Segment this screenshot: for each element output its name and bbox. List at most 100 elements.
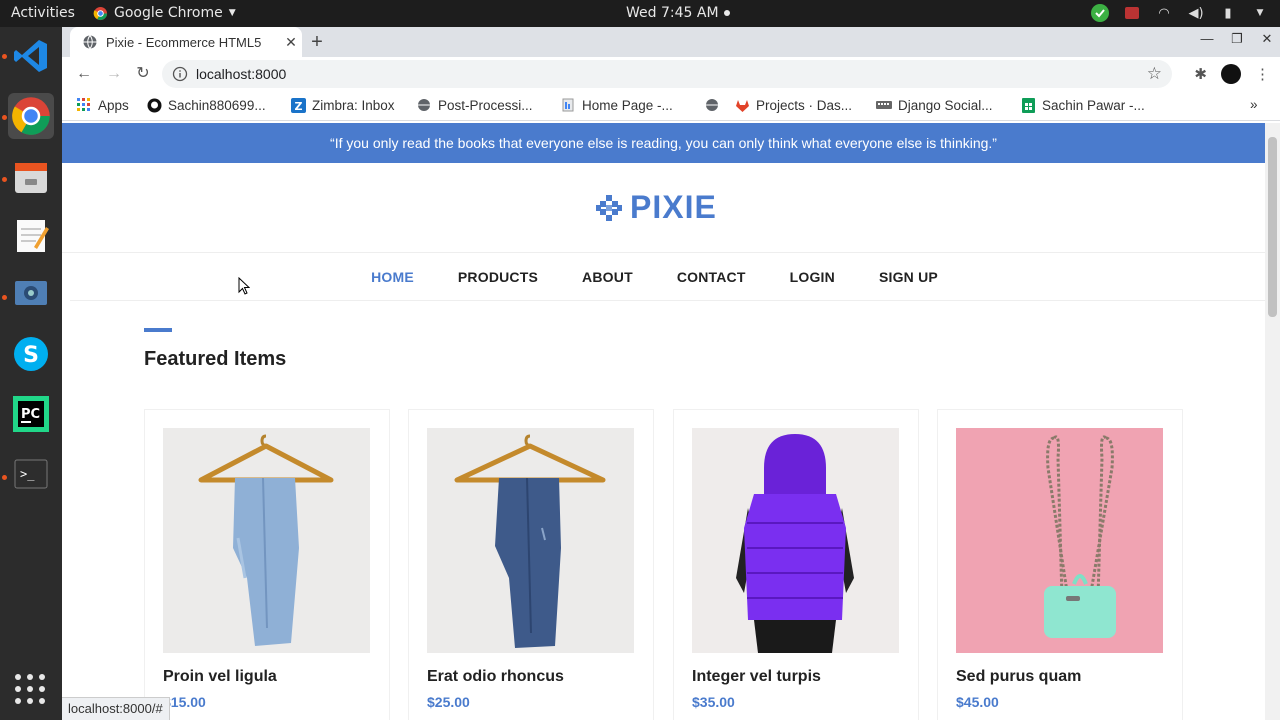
text-editor-icon[interactable] <box>8 213 54 259</box>
page-icon <box>560 97 576 113</box>
mouse-cursor-icon <box>238 277 250 295</box>
running-indicator <box>2 54 7 59</box>
screenshot-tool-icon[interactable] <box>8 271 54 317</box>
bookmark-apps[interactable]: Apps <box>76 97 129 113</box>
product-name[interactable]: Integer vel turpis <box>692 668 821 686</box>
bookmark-home-page[interactable]: Home Page -... <box>560 97 673 113</box>
extensions-icon[interactable]: ✱ <box>1194 65 1207 83</box>
activities-button[interactable]: Activities <box>11 5 75 21</box>
nav-about[interactable]: ABOUT <box>582 269 633 285</box>
site-logo[interactable]: PIXIE <box>596 189 717 226</box>
apps-icon <box>76 97 92 113</box>
running-indicator <box>2 177 7 182</box>
product-image-purple-vest[interactable] <box>692 428 899 653</box>
bookmark-label: Sachin Pawar -... <box>1042 97 1145 113</box>
nav-login[interactable]: LOGIN <box>790 269 835 285</box>
product-price: $25.00 <box>427 694 470 710</box>
section-accent-bar <box>144 328 172 332</box>
power-menu-icon[interactable]: ▼ <box>1250 3 1270 23</box>
product-image-dark-jeans[interactable] <box>427 428 634 653</box>
app-menu[interactable]: Google Chrome ▼ <box>93 5 236 21</box>
volume-icon[interactable]: ◀) <box>1186 3 1206 23</box>
bookmark-globe[interactable] <box>704 97 726 113</box>
check-icon[interactable] <box>1090 3 1110 23</box>
product-price: $45.00 <box>956 694 999 710</box>
bookmark-gitlab[interactable]: Projects · Das... <box>734 97 852 113</box>
zimbra-icon: Z <box>290 97 306 113</box>
tab-title: Pixie - Ecommerce HTML5 <box>106 34 262 50</box>
product-name[interactable]: Erat odio rhoncus <box>427 668 564 686</box>
product-name[interactable]: Sed purus quam <box>956 668 1081 686</box>
bookmark-github[interactable]: Sachin880699... <box>146 97 266 113</box>
system-top-bar: Activities Google Chrome ▼ Wed 7:45 AM ◠… <box>0 0 1280 27</box>
globe-icon <box>416 97 432 113</box>
product-price: $35.00 <box>692 694 735 710</box>
show-applications-icon[interactable] <box>15 674 45 704</box>
divider <box>70 300 1265 301</box>
terminal-icon[interactable]: >_ <box>8 451 54 497</box>
globe-icon <box>83 35 97 49</box>
pycharm-icon[interactable]: PC <box>8 391 54 437</box>
more-bookmarks-icon[interactable]: » <box>1250 97 1258 112</box>
menu-icon[interactable]: ⋮ <box>1255 65 1270 83</box>
scrollbar-thumb[interactable] <box>1268 137 1277 317</box>
url-text: localhost:8000 <box>196 66 287 82</box>
product-card[interactable]: Integer vel turpis $35.00 <box>673 409 919 720</box>
nav-signup[interactable]: SIGN UP <box>879 269 938 285</box>
browser-toolbar: ← → ↻ localhost:8000 ☆ ✱ ⋮ <box>62 57 1280 91</box>
page-scrollbar[interactable] <box>1265 123 1280 720</box>
reload-icon[interactable]: ↻ <box>133 64 153 84</box>
sheets-icon <box>1020 97 1036 113</box>
back-icon[interactable]: ← <box>74 64 94 84</box>
product-card[interactable]: Proin vel ligula $15.00 <box>144 409 390 720</box>
tab-active[interactable]: Pixie - Ecommerce HTML5 ✕ <box>70 27 302 57</box>
nav-products[interactable]: PRODUCTS <box>458 269 538 285</box>
bookmark-zimbra[interactable]: Z Zimbra: Inbox <box>290 97 395 113</box>
nav-contact[interactable]: CONTACT <box>677 269 746 285</box>
svg-text:PC: PC <box>21 407 40 422</box>
new-tab-button[interactable]: + <box>306 31 328 53</box>
logo-text: PIXIE <box>630 189 717 225</box>
product-name[interactable]: Proin vel ligula <box>163 668 277 686</box>
profile-avatar[interactable] <box>1221 64 1241 84</box>
window-controls: — ❐ ✕ <box>1200 31 1274 47</box>
bookmark-label: Django Social... <box>898 97 993 113</box>
restore-icon[interactable]: ❐ <box>1230 31 1244 47</box>
svg-text:>_: >_ <box>20 467 35 481</box>
status-bar-url: localhost:8000/# <box>62 697 170 720</box>
screen-record-icon[interactable] <box>1122 3 1142 23</box>
clock-label: Wed 7:45 AM <box>626 5 719 21</box>
close-window-icon[interactable]: ✕ <box>1260 31 1274 47</box>
skype-icon[interactable]: S <box>8 331 54 377</box>
product-image-light-jeans[interactable] <box>163 428 370 653</box>
bookmark-label: Sachin880699... <box>168 97 266 113</box>
bookmark-django[interactable]: Django Social... <box>876 97 993 113</box>
file-manager-icon[interactable] <box>8 155 54 201</box>
close-tab-icon[interactable]: ✕ <box>280 34 302 51</box>
browser-window: Pixie - Ecommerce HTML5 ✕ + — ❐ ✕ ← → ↻ … <box>62 27 1280 720</box>
forward-icon[interactable]: → <box>104 64 124 84</box>
wifi-icon[interactable]: ◠ <box>1154 3 1174 23</box>
page-viewport: “If you only read the books that everyon… <box>62 123 1280 720</box>
notification-dot-icon <box>723 10 730 16</box>
bookmark-star-icon[interactable]: ☆ <box>1147 64 1162 84</box>
vscode-icon[interactable] <box>8 33 54 79</box>
running-indicator <box>2 295 7 300</box>
bookmark-post-processing[interactable]: Post-Processi... <box>416 97 533 113</box>
svg-text:S: S <box>23 343 39 368</box>
product-image-mint-bag[interactable] <box>956 428 1163 653</box>
tab-strip: Pixie - Ecommerce HTML5 ✕ + — ❐ ✕ <box>62 27 1280 57</box>
product-card[interactable]: Sed purus quam $45.00 <box>937 409 1183 720</box>
nav-home[interactable]: HOME <box>371 269 414 285</box>
svg-text:Z: Z <box>294 100 302 113</box>
chrome-dock-icon[interactable] <box>8 93 54 139</box>
github-icon <box>146 97 162 113</box>
product-card[interactable]: Erat odio rhoncus $25.00 <box>408 409 654 720</box>
minimize-icon[interactable]: — <box>1200 31 1214 47</box>
site-info-icon[interactable] <box>172 66 188 82</box>
address-bar[interactable]: localhost:8000 ☆ <box>162 60 1172 88</box>
app-menu-label: Google Chrome <box>114 5 223 21</box>
battery-icon[interactable]: ▮ <box>1218 3 1238 23</box>
clock[interactable]: Wed 7:45 AM <box>626 5 730 21</box>
bookmark-sachin-pawar[interactable]: Sachin Pawar -... <box>1020 97 1145 113</box>
